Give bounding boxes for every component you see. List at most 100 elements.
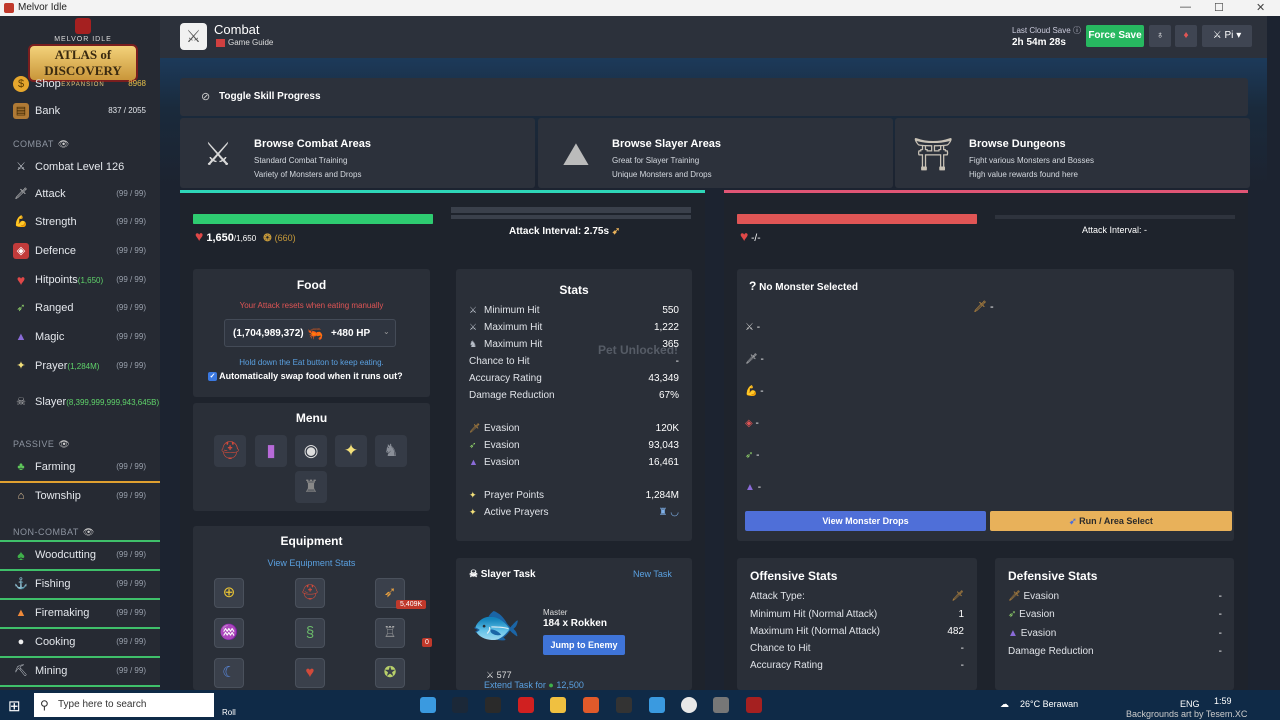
sidebar-item-woodcutting[interactable]: ♠ Woodcutting (99 / 99) xyxy=(0,543,160,567)
helmet-icon[interactable]: ⛑ xyxy=(214,435,246,467)
sidebar-item-firemaking[interactable]: ▲ Firemaking (99 / 99) xyxy=(0,601,160,625)
sidebar-item-bank[interactable]: ▤ Bank 837 / 2055 xyxy=(0,99,160,123)
game-guide-link[interactable]: Game Guide xyxy=(216,38,273,47)
stats-title: Stats xyxy=(559,283,589,297)
sidebar-item-fishing[interactable]: ⚓ Fishing (99 / 99) xyxy=(0,572,160,596)
edge-icon[interactable] xyxy=(420,697,436,713)
game-logo[interactable]: MELVOR IDLE ATLAS of DISCOVERY EXPANSION xyxy=(28,18,138,88)
crossed-swords-icon: ⚔ xyxy=(745,322,754,333)
book-icon xyxy=(216,38,225,47)
close-icon[interactable]: ✕ xyxy=(1256,1,1265,14)
sidebar-item-cooking[interactable]: ● Cooking (99 / 99) xyxy=(0,630,160,654)
sidebar: MELVOR IDLE ATLAS of DISCOVERY EXPANSION… xyxy=(0,16,160,690)
page-header: ⚔ Combat Game Guide Last Cloud Save ⓘ 2h … xyxy=(160,16,1267,58)
wolf-icon[interactable]: ♞ xyxy=(375,435,407,467)
brave-icon[interactable] xyxy=(583,697,599,713)
windows-taskbar: ⊞ ⚲ Type here to search Roll ☁ 26°C Beraw… xyxy=(0,690,1280,720)
fishing-level: (99 / 99) xyxy=(116,579,146,588)
combat-swords-icon: ⚔ xyxy=(180,23,207,50)
window-title: Melvor Idle xyxy=(18,2,67,13)
sidebar-item-slayer[interactable]: ☠ Slayer(8,399,999,999,943,645B) xyxy=(0,390,160,420)
prayer-star-icon[interactable]: ✦ xyxy=(335,435,367,467)
notification-icon[interactable]: ♦ xyxy=(1175,25,1197,47)
potion-icon[interactable]: ♁ xyxy=(1149,25,1171,47)
eye-icon[interactable]: 👁 xyxy=(58,139,70,149)
sidebar-item-hitpoints[interactable]: ♥ Hitpoints(1,650) (99 / 99) xyxy=(0,268,160,292)
maximize-icon[interactable]: ☐ xyxy=(1214,1,1224,14)
weather-icon[interactable]: ☁ xyxy=(1000,699,1009,710)
auto-swap-food-checkbox[interactable]: ✓ Automatically swap food when it runs o… xyxy=(208,371,403,382)
melvor-taskbar-icon[interactable] xyxy=(746,697,762,713)
steam-icon[interactable] xyxy=(452,697,468,713)
prayer-star-icon: ✦ xyxy=(469,490,477,500)
hitpoints-level: (99 / 99) xyxy=(116,275,146,284)
food-dropdown-chevron-icon[interactable]: ⌄ xyxy=(383,327,390,336)
eye-icon[interactable]: 👁 xyxy=(58,439,70,449)
language-indicator[interactable]: ENG xyxy=(1180,699,1200,709)
chrome-icon[interactable] xyxy=(681,697,697,713)
noncombat-section-header[interactable]: NON-COMBAT 👁 xyxy=(13,527,95,538)
sidebar-item-combat-level[interactable]: ⚔ Combat Level 126 xyxy=(0,155,160,179)
sidebar-item-shop[interactable]: $ Shop 8968 xyxy=(0,72,160,96)
page-scrollbar[interactable] xyxy=(1267,16,1280,690)
file-explorer-icon[interactable] xyxy=(550,697,566,713)
sidebar-item-defence[interactable]: ◈ Defence (99 / 99) xyxy=(0,239,160,263)
sidebar-item-mining[interactable]: ⛏ Mining (99 / 99) xyxy=(0,659,160,683)
app-icon[interactable] xyxy=(518,697,534,713)
offensive-stat-row: Accuracy Rating - xyxy=(750,660,964,671)
equipment-slot-weapon[interactable]: ☾ xyxy=(214,658,244,688)
melee-icon: 🗡 xyxy=(973,301,987,313)
jump-to-enemy-button[interactable]: Jump to Enemy xyxy=(543,635,625,655)
farming-label: Farming xyxy=(35,461,76,473)
sidebar-item-strength[interactable]: 💪 Strength (99 / 99) xyxy=(0,210,160,234)
windows-start-icon[interactable]: ⊞ xyxy=(8,697,21,715)
browse-combat-areas[interactable]: ⚔ Browse Combat Areas Standard Combat Tr… xyxy=(180,118,535,188)
active-prayer-icons: ♜ ◡ xyxy=(658,507,679,518)
equipment-slot-body[interactable]: ♥ xyxy=(295,658,325,688)
extend-task-link[interactable]: Extend Task for ● 12,500 xyxy=(484,680,584,690)
sidebar-item-township[interactable]: ⌂ Township (99 / 99) xyxy=(0,484,160,508)
equipment-slot-consumable[interactable]: ♖ xyxy=(375,618,405,648)
equipment-slot-cape[interactable]: ♒ xyxy=(214,618,244,648)
toggle-skill-progress[interactable]: ⊘ Toggle Skill Progress xyxy=(180,78,1248,116)
clock[interactable]: 1:59 xyxy=(1214,696,1232,706)
bag-icon[interactable]: ♜ xyxy=(295,471,327,503)
weather-text[interactable]: 26°C Berawan xyxy=(1020,699,1078,709)
player-attack-timer-track xyxy=(451,207,691,213)
help-icon[interactable]: ⓘ xyxy=(1073,26,1081,35)
app-icon[interactable] xyxy=(649,697,665,713)
sidebar-item-prayer[interactable]: ✦ Prayer(1,284M) (99 / 99) xyxy=(0,354,160,378)
view-monster-drops-button[interactable]: View Monster Drops xyxy=(745,511,986,531)
combat-section-header[interactable]: COMBAT 👁 xyxy=(13,139,70,150)
crossed-swords-icon: ⚔ xyxy=(203,136,233,172)
equipment-slot-gloves[interactable]: ✪ xyxy=(375,658,405,688)
sidebar-item-attack[interactable]: 🗡 Attack (99 / 99) xyxy=(0,182,160,206)
app-icon[interactable] xyxy=(616,697,632,713)
browse-dungeons[interactable]: ⛩ Browse Dungeons Fight various Monsters… xyxy=(895,118,1250,188)
force-save-button[interactable]: Force Save xyxy=(1086,25,1144,47)
run-area-select-button[interactable]: ➹ Run / Area Select xyxy=(990,511,1232,531)
taskbar-search-input[interactable]: ⚲ Type here to search xyxy=(34,693,214,717)
sword-icon: ⚔ xyxy=(469,305,478,315)
new-task-link[interactable]: New Task xyxy=(633,569,672,579)
passive-section-header[interactable]: PASSIVE 👁 xyxy=(13,439,70,450)
equipment-slot-amulet[interactable]: § xyxy=(295,618,325,648)
hitpoints-sub: (1,650) xyxy=(77,276,104,285)
profile-dropdown[interactable]: ⚔ Pi ▾ xyxy=(1202,25,1252,47)
equipment-slot-helmet[interactable]: ⛑ xyxy=(295,578,325,608)
minimize-icon[interactable]: — xyxy=(1180,1,1191,13)
browse-slayer-areas[interactable]: ⛰ Browse Slayer Areas Great for Slayer T… xyxy=(538,118,893,188)
orb-icon[interactable]: ◉ xyxy=(295,435,327,467)
sidebar-item-magic[interactable]: ▲ Magic (99 / 99) xyxy=(0,325,160,349)
app-icon[interactable] xyxy=(713,697,729,713)
eye-icon[interactable]: 👁 xyxy=(83,527,95,537)
equipment-slot-shield[interactable]: ⊕ xyxy=(214,578,244,608)
slayer-skull-icon: ☠ xyxy=(16,396,26,408)
sidebar-item-ranged[interactable]: ➶ Ranged (99 / 99) xyxy=(0,296,160,320)
eat-food-button[interactable]: (1,704,989,372) 🦐 +480 HP ⌄ xyxy=(224,319,396,347)
mining-level: (99 / 99) xyxy=(116,666,146,675)
app-icon[interactable] xyxy=(485,697,501,713)
spellbook-icon[interactable]: ▮ xyxy=(255,435,287,467)
sidebar-item-farming[interactable]: ♣ Farming (99 / 99) xyxy=(0,455,160,479)
view-equipment-stats-link[interactable]: View Equipment Stats xyxy=(193,558,430,568)
